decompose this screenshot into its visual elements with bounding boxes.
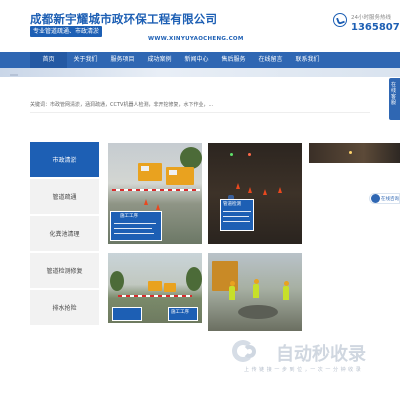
- sign-text-line: [114, 223, 156, 224]
- worker-figure: [253, 284, 259, 298]
- category-item-pipe-inspection[interactable]: 管道检测修复: [30, 253, 99, 290]
- sign-text-line: [223, 216, 249, 217]
- construction-sign: [112, 307, 142, 321]
- case-photo-trucks[interactable]: 施工工序: [108, 143, 202, 244]
- category-item-drainage-rescue[interactable]: 排水抢险: [30, 290, 99, 327]
- nav-item-services[interactable]: 服务项目: [104, 52, 141, 68]
- main-nav: 首页 关于我们 服务项目 成功案例 新闻中心 售后服务 在线留言 联系我们: [0, 52, 400, 68]
- watermark-title: 自动秒收录: [276, 344, 366, 365]
- nav-item-after-sales[interactable]: 售后服务: [215, 52, 252, 68]
- manhole-shape: [238, 305, 278, 319]
- nav-item-message[interactable]: 在线留言: [252, 52, 289, 68]
- tree-shape: [186, 267, 202, 291]
- banner-indicator[interactable]: [10, 74, 18, 76]
- tree-shape: [110, 271, 124, 291]
- category-item-septic-tank[interactable]: 化粪池清理: [30, 216, 99, 253]
- company-domain: WWW.XINYUYAOCHENG.COM: [148, 36, 244, 42]
- nav-item-about[interactable]: 关于我们: [67, 52, 104, 68]
- case-photo-road[interactable]: 施工工序: [108, 253, 202, 323]
- barrier-stripe: [118, 295, 192, 297]
- category-list: 市政清淤 管道疏通 化粪池清理 管道检测修复 排水抢险: [30, 142, 99, 327]
- traffic-cone: [278, 187, 282, 193]
- customer-service-label: 在线客服: [391, 82, 397, 106]
- page: 成都新宇耀城市政环保工程有限公司 专业管道疏通、市政清淤 WWW.XINYUYA…: [0, 0, 400, 400]
- phone-number[interactable]: 13658077898: [351, 22, 400, 33]
- worker-figure: [283, 286, 289, 300]
- nav-item-home[interactable]: 首页: [30, 52, 67, 68]
- divider: [30, 112, 370, 113]
- sign-title: 施工工序: [120, 214, 138, 219]
- case-photo-cropped[interactable]: [309, 143, 400, 163]
- traffic-cone: [144, 199, 148, 205]
- watermark: 自动秒收录 上 传 链 接 一 步 到 位 ，一 次 一 分 钟 收 录: [232, 338, 392, 378]
- traffic-cone: [263, 189, 267, 195]
- sign-text-line: [223, 211, 251, 212]
- truck-window: [169, 170, 177, 175]
- category-item-dredging[interactable]: 市政清淤: [30, 142, 99, 179]
- site-header: 成都新宇耀城市政环保工程有限公司 专业管道疏通、市政清淤 WWW.XINYUYA…: [0, 0, 400, 48]
- truck-shape: [148, 281, 162, 291]
- case-photo-workers[interactable]: [208, 253, 302, 331]
- truck-shape: [164, 283, 176, 292]
- category-item-pipe-cleaning[interactable]: 管道疏通: [30, 179, 99, 216]
- worker-figure: [229, 286, 235, 300]
- hero-banner[interactable]: [0, 68, 400, 77]
- company-slogan: 专业管道疏通、市政清淤: [30, 26, 103, 37]
- street-light: [349, 151, 352, 154]
- sign-text-line: [223, 221, 250, 222]
- truck-window: [141, 166, 149, 171]
- chat-avatar-icon: [371, 194, 380, 203]
- watermark-subtitle: 上 传 链 接 一 步 到 位 ，一 次 一 分 钟 收 录: [244, 367, 362, 373]
- sign-text-line: [114, 233, 154, 234]
- traffic-cone: [236, 183, 240, 189]
- nav-item-cases[interactable]: 成功案例: [141, 52, 178, 68]
- sign-title: 施工工序: [171, 310, 189, 315]
- watermark-logo-icon: [232, 340, 262, 362]
- keywords-bar: 关键词：市政管网清淤，涵洞疏通，CCTV机器人检测，非开挖修复，水下作业，...: [30, 102, 214, 108]
- sign-title: 管道检测: [223, 202, 241, 207]
- nav-item-news[interactable]: 新闻中心: [178, 52, 215, 68]
- nav-item-contact[interactable]: 联系我们: [289, 52, 326, 68]
- traffic-light: [230, 153, 233, 156]
- phone-label: 24小时服务热线: [351, 15, 391, 21]
- sign-text-line: [114, 228, 152, 229]
- traffic-light: [248, 153, 251, 156]
- phone-icon: [333, 13, 347, 27]
- watermark-logo-ring: [243, 345, 256, 358]
- page-footer-edge: [0, 396, 400, 400]
- traffic-cone: [248, 187, 252, 193]
- traffic-cone: [156, 204, 160, 210]
- company-name[interactable]: 成都新宇耀城市政环保工程有限公司: [30, 11, 217, 27]
- barrier-stripe: [112, 189, 200, 191]
- tree-shape: [180, 147, 202, 169]
- case-photo-night-work[interactable]: 管道检测: [208, 143, 302, 244]
- online-chat-label: 在线咨询: [381, 197, 399, 202]
